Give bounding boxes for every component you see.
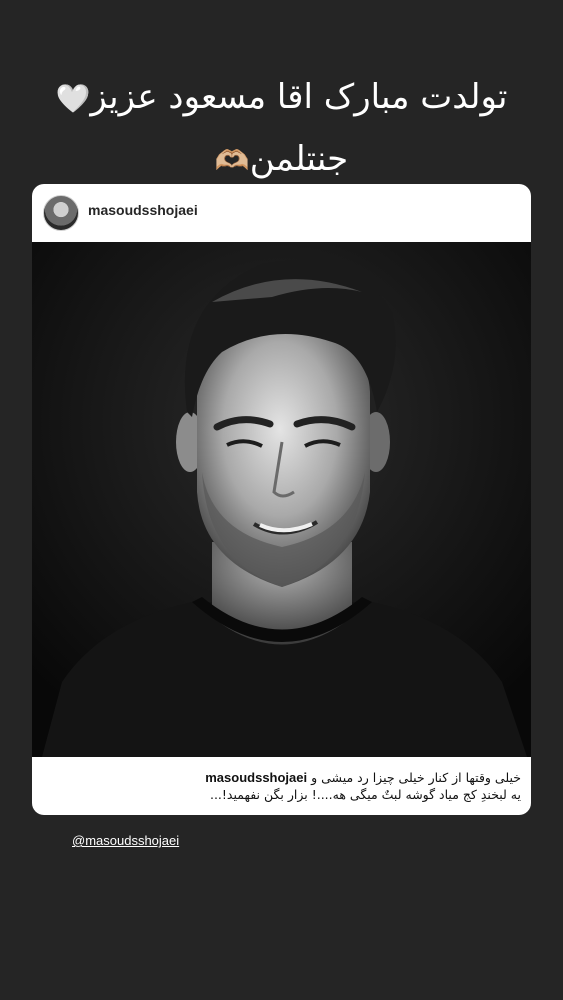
mention-sticker[interactable]: @masoudsshojaei [72,833,179,848]
avatar[interactable] [43,195,79,231]
portrait-photo [32,242,531,757]
headline-text-2: جنتلمن [249,139,349,179]
story-headline-line2: جنتلمن🫶🏼 [0,134,563,186]
post-header[interactable]: masoudsshojaei [32,184,531,242]
caption-line1: خیلی وقتها از کنار خیلی چیزا رد میشی و m… [40,769,521,786]
post-photo[interactable] [32,242,531,757]
headline-text: تولدت مبارک اقا مسعود عزیز [90,77,508,117]
heart-hands-icon: 🫶🏼 [214,144,250,177]
caption-text-1: خیلی وقتها از کنار خیلی چیزا رد میشی و [311,770,521,785]
post-username[interactable]: masoudsshojaei [88,202,198,218]
caption-line2: یه لبخندِ کج میاد گوشه لبتٌ میگی هه....!… [209,787,521,802]
story-headline-line1: تولدت مبارک اقا مسعود عزیز🤍 [0,72,563,124]
caption-username[interactable]: masoudsshojaei [205,770,307,785]
shared-post-card[interactable]: masoudsshojaei خیلی وقتها از کنار خیلی چ… [32,184,531,815]
white-heart-icon: 🤍 [55,82,91,115]
post-caption: خیلی وقتها از کنار خیلی چیزا رد میشی و m… [40,769,521,803]
